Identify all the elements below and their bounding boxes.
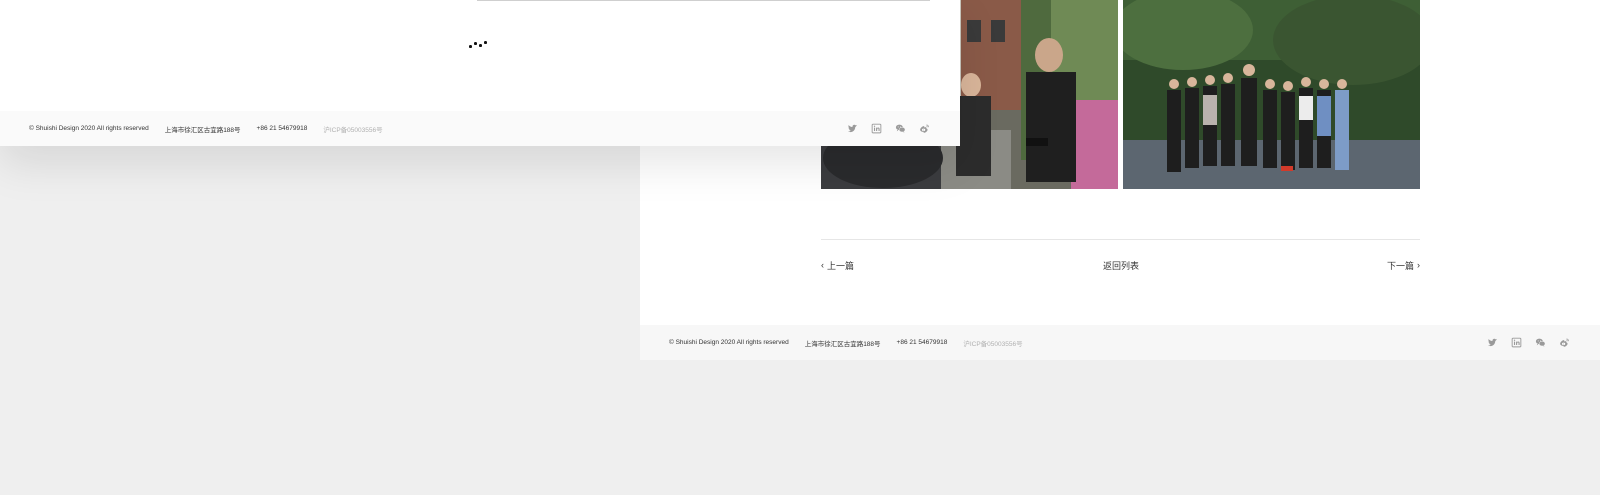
linkedin-icon[interactable] — [1511, 337, 1522, 348]
weibo-icon[interactable] — [919, 123, 930, 134]
footer-copyright: © Shuishi Design 2020 All rights reserve… — [669, 339, 789, 346]
footer-address: 上海市徐汇区古宜路188号 — [164, 126, 241, 134]
loading-spinner — [469, 40, 493, 52]
overlay-top-divider — [477, 0, 930, 1]
twitter-icon[interactable] — [1487, 337, 1498, 348]
footer-icp-link[interactable]: 沪ICP备05003556号 — [963, 338, 1022, 348]
footer-phone: +86 21 54679918 — [896, 339, 948, 346]
wechat-icon[interactable] — [895, 123, 906, 134]
footer-info: © Shuishi Design 2020 All rights reserve… — [669, 325, 1023, 360]
overlay-footer-info: © Shuishi Design 2020 All rights reserve… — [29, 111, 383, 146]
footer-phone: +86 21 54679918 — [256, 125, 308, 132]
previous-post-label: 上一篇 — [827, 261, 855, 271]
overlay-footer-social-links — [847, 111, 930, 146]
content-divider — [821, 239, 1420, 240]
weibo-icon[interactable] — [1559, 337, 1570, 348]
page-footer: © Shuishi Design 2020 All rights reserve… — [640, 325, 1600, 360]
footer-social-links — [1487, 325, 1570, 360]
wechat-icon[interactable] — [1535, 337, 1546, 348]
footer-copyright: © Shuishi Design 2020 All rights reserve… — [29, 125, 149, 132]
linkedin-icon[interactable] — [871, 123, 882, 134]
next-post-link[interactable]: 下一篇 › — [1387, 259, 1420, 272]
back-to-list-label: 返回列表 — [1103, 261, 1140, 271]
footer-address: 上海市徐汇区古宜路188号 — [804, 340, 881, 348]
back-to-list-link[interactable]: 返回列表 — [1103, 259, 1139, 272]
chevron-right-icon: › — [1417, 260, 1420, 270]
next-post-label: 下一篇 — [1386, 261, 1414, 271]
chevron-left-icon: ‹ — [821, 260, 824, 270]
previous-post-link[interactable]: ‹ 上一篇 — [821, 259, 854, 272]
footer-icp-link[interactable]: 沪ICP备05003556号 — [323, 124, 382, 134]
twitter-icon[interactable] — [847, 123, 858, 134]
article-photo-group — [1123, 0, 1420, 189]
loading-overlay-panel: © Shuishi Design 2020 All rights reserve… — [0, 0, 960, 146]
overlay-footer: © Shuishi Design 2020 All rights reserve… — [0, 111, 960, 146]
